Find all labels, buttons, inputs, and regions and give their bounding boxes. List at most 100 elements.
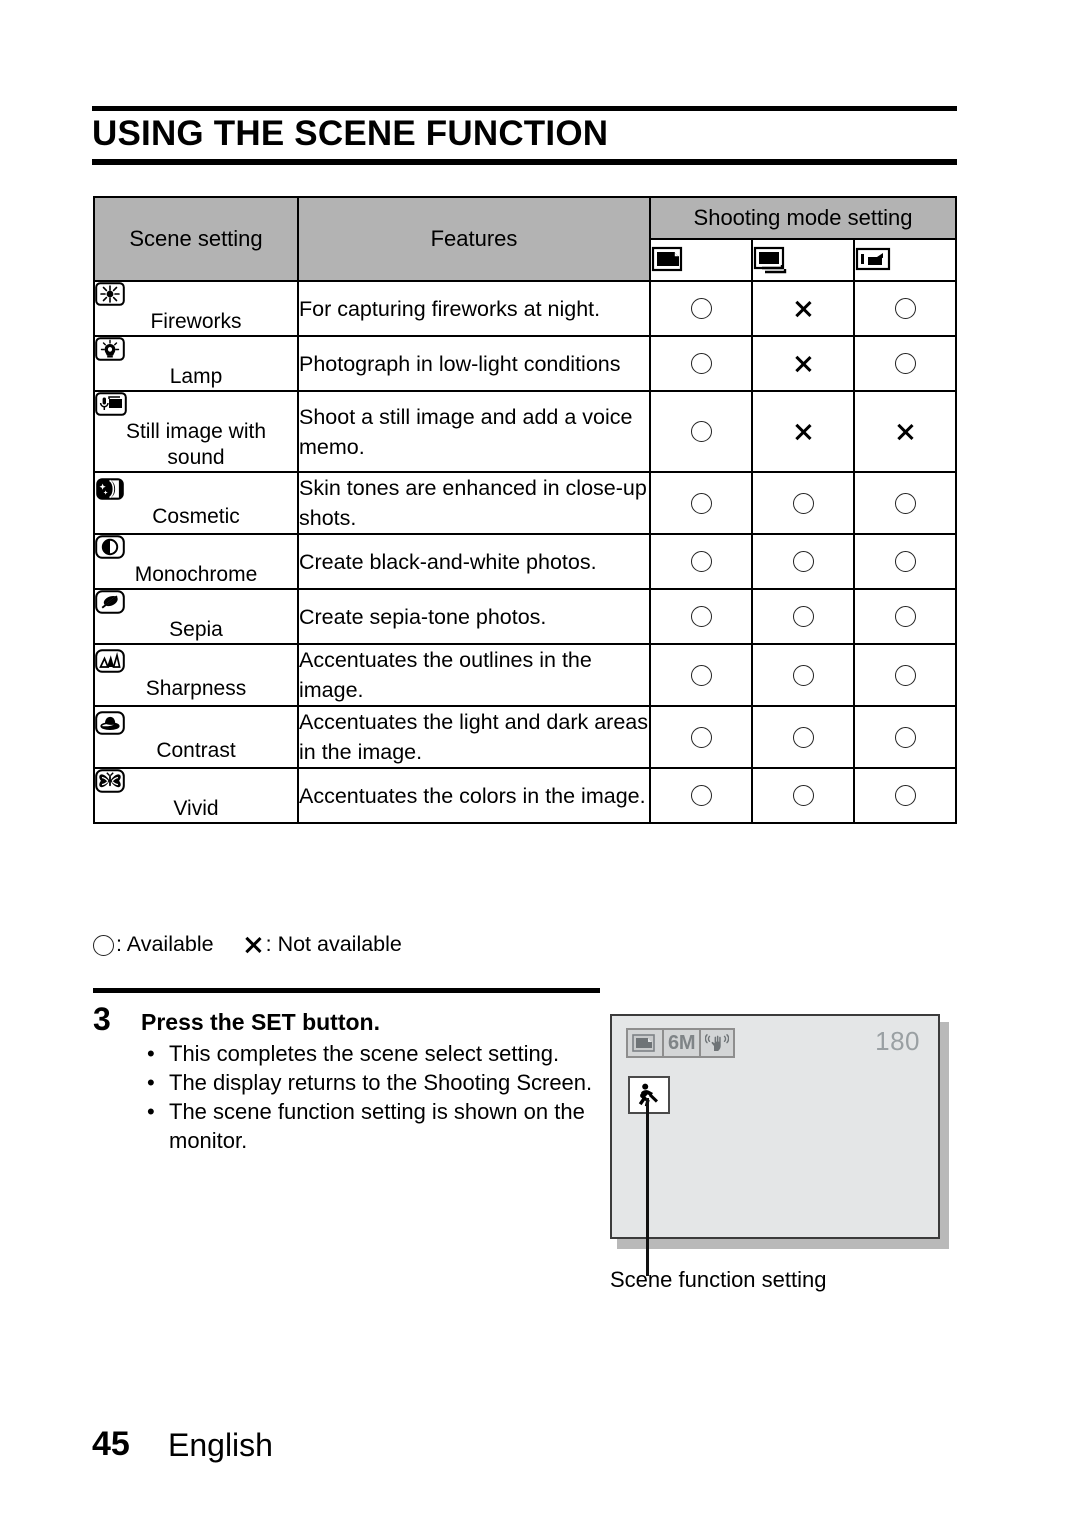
availability-mark-video (852, 533, 958, 590)
single-shot-icon (632, 1033, 658, 1053)
circle-icon (690, 785, 712, 807)
shots-remaining-counter: 180 (875, 1026, 920, 1056)
circle-icon (93, 934, 114, 956)
table-row: Still image with sound Shoot a still ima… (93, 390, 958, 473)
sharpness-icon (95, 648, 297, 675)
fireworks-icon (95, 282, 297, 308)
scene-settings-table: Scene setting Features Shooting mode set… (93, 196, 958, 824)
availability-mark-sequential (751, 280, 855, 337)
circle-icon (894, 353, 916, 375)
page-number: 45 (92, 1425, 130, 1463)
feature-text: Create sepia-tone photos. (297, 588, 651, 645)
circle-icon (792, 551, 814, 573)
manual-page: USING THE SCENE FUNCTION Scene setting F… (0, 0, 1080, 1521)
table-row: Sepia Create sepia-tone photos. (93, 588, 958, 645)
osd-record-mode (628, 1030, 664, 1056)
availability-mark-single (649, 643, 753, 707)
table-row: Contrast Accentuates the light and dark … (93, 705, 958, 769)
step-number: 3 (93, 1001, 111, 1037)
scene-label: Lamp (169, 365, 223, 388)
lamp-icon (95, 337, 297, 363)
list-item-text: The scene function setting is shown on t… (169, 1099, 585, 1153)
circle-icon (792, 664, 814, 686)
circle-icon (690, 421, 712, 443)
availability-mark-single (649, 390, 753, 473)
scene-label: Sharpness (145, 676, 247, 700)
sports-running-icon (635, 1082, 663, 1108)
scene-cell: Lamp (93, 335, 299, 392)
page-language: English (168, 1427, 273, 1463)
table-row: Monochrome Create black-and-white photos… (93, 533, 958, 590)
cosmetic-icon (95, 477, 297, 503)
still-image-with-sound-icon (95, 392, 297, 418)
availability-mark-single (649, 280, 753, 337)
vivid-icon (95, 769, 297, 795)
table-legend: : Available : Not available (93, 930, 402, 958)
availability-mark-sequential (751, 767, 855, 824)
column-header-shooting-mode-setting: Shooting mode setting (648, 196, 958, 240)
osd-resolution-unit: M (678, 1032, 696, 1054)
step-heading: Press the SET button. (141, 1009, 380, 1035)
availability-mark-sequential (751, 335, 855, 392)
circle-icon (690, 353, 712, 375)
circle-icon (894, 664, 916, 686)
availability-mark-video (852, 767, 958, 824)
availability-mark-video (852, 471, 958, 535)
availability-mark-sequential (751, 643, 855, 707)
cross-icon (244, 935, 264, 955)
table-row: Sharpness Accentuates the outlines in th… (93, 643, 958, 707)
scene-cell: Fireworks (93, 280, 299, 337)
scene-label: Vivid (173, 797, 219, 820)
feature-text: Photograph in low-light conditions (297, 335, 651, 392)
circle-icon (690, 492, 712, 514)
scene-cell: Sepia (93, 588, 299, 645)
circle-icon (894, 726, 916, 748)
list-item: • The scene function setting is shown on … (141, 1097, 601, 1155)
legend-available-label: : Available (116, 932, 214, 956)
circle-icon (792, 726, 814, 748)
scene-cell: Vivid (93, 767, 299, 824)
circle-icon (690, 726, 712, 748)
availability-mark-single (649, 705, 753, 769)
feature-text: Accentuates the light and dark areas in … (297, 705, 651, 769)
feature-text: Accentuates the colors in the image. (297, 767, 651, 824)
availability-mark-single (649, 767, 753, 824)
scene-cell: Sharpness (93, 643, 299, 707)
osd-stabilizer (701, 1030, 733, 1056)
availability-mark-single (649, 533, 753, 590)
availability-mark-video (852, 588, 958, 645)
table-row: Vivid Accentuates the colors in the imag… (93, 767, 958, 824)
list-item-text: This completes the scene select setting. (169, 1041, 560, 1066)
scene-function-badge (628, 1076, 670, 1114)
circle-icon (690, 664, 712, 686)
availability-mark-single (649, 335, 753, 392)
table-row: Fireworks For capturing fireworks at nig… (93, 280, 958, 337)
legend-not-available-label: : Not available (265, 932, 402, 956)
monitor-caption: Scene function setting (610, 1267, 827, 1292)
availability-mark-sequential (751, 705, 855, 769)
title-rule-top (92, 106, 957, 111)
camera-monitor-illustration: 6M 180 (610, 1014, 940, 1239)
availability-mark-video (852, 705, 958, 769)
list-item: • The display returns to the Shooting Scr… (141, 1068, 601, 1097)
cross-icon (793, 299, 813, 319)
circle-icon (894, 785, 916, 807)
scene-cell: Cosmetic (93, 471, 299, 535)
scene-label: Monochrome (134, 563, 258, 586)
single-shot-icon (651, 246, 751, 274)
feature-text: Shoot a still image and add a voice memo… (297, 390, 651, 473)
scene-label: Sepia (169, 618, 223, 641)
availability-mark-sequential (751, 588, 855, 645)
mode-header-single-shot (649, 238, 753, 282)
osd-resolution: 6M (664, 1030, 702, 1056)
column-header-scene-setting: Scene setting (93, 196, 299, 282)
availability-mark-single (649, 471, 753, 535)
availability-mark-video (852, 335, 958, 392)
circle-icon (690, 606, 712, 628)
contrast-icon (95, 710, 297, 737)
osd-status-group: 6M (626, 1028, 736, 1058)
mode-header-sequential-shot (751, 238, 855, 282)
circle-icon (894, 606, 916, 628)
mode-header-video-clip (852, 238, 958, 282)
bullet-marker-icon: • (147, 1041, 155, 1066)
